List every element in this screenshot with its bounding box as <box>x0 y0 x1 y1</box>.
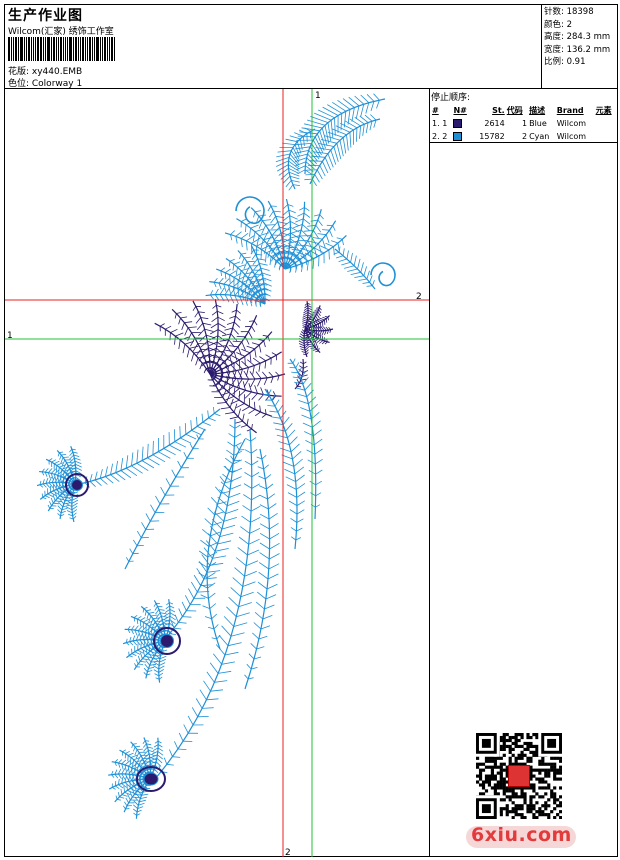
row-brand: Wilcom <box>556 132 587 141</box>
design-scale: 比例: 0.91 <box>544 57 586 68</box>
row-description: Blue <box>529 119 547 128</box>
red-guide-label-right: 2 <box>416 292 422 302</box>
stop-sequence-panel: 停止顺序: # N# St. 代码 描述 Brand 元素 1. 1 2614 <box>430 89 617 143</box>
row-description: Cyan <box>529 132 550 141</box>
row-code: 2 <box>521 132 528 141</box>
stop-table-header: # N# St. 代码 描述 Brand 元素 <box>431 104 617 117</box>
row-code: 1 <box>521 119 528 128</box>
col-index: # <box>432 106 439 115</box>
design-width: 宽度: 136.2 mm <box>544 44 611 55</box>
page-title: 生产作业图 <box>8 8 83 24</box>
col-description: 描述 <box>529 106 546 115</box>
row-index: 1. <box>432 119 440 128</box>
table-row: 2. 2 15782 2 Cyan Wilcom <box>431 130 617 143</box>
header: 生产作业图 Wilcom(汇家) 绣饰工作室 花版: xy440.EMB 色位:… <box>5 5 617 89</box>
design-preview: 2 2 1 1 <box>5 89 430 857</box>
stop-sequence-table: # N# St. 代码 描述 Brand 元素 1. 1 2614 1 Blue… <box>431 104 617 143</box>
green-guide-label-top: 1 <box>315 91 321 101</box>
embroidery-preview-canvas: 2 2 1 1 <box>5 89 429 857</box>
colorway-name: 色位: Colorway 1 <box>8 79 83 89</box>
col-brand: Brand <box>556 106 584 115</box>
row-index: 2. <box>432 132 440 141</box>
col-stitches: St. <box>492 106 505 115</box>
row-number: 1 <box>442 119 448 128</box>
design-height: 高度: 284.3 mm <box>544 32 611 43</box>
stats-panel: 针数: 18398 颜色: 2 高度: 284.3 mm 宽度: 136.2 m… <box>541 5 617 89</box>
col-number: N# <box>453 106 467 115</box>
barcode <box>8 37 120 61</box>
thread-swatch <box>453 132 463 141</box>
thread-swatch <box>453 119 463 128</box>
row-stitches: 15782 <box>479 132 505 141</box>
stitch-count: 针数: 18398 <box>544 7 594 17</box>
watermark-logo: 6xiu.com <box>471 824 572 846</box>
production-sheet: 生产作业图 Wilcom(汇家) 绣饰工作室 花版: xy440.EMB 色位:… <box>4 4 618 857</box>
col-element: 元素 <box>595 106 612 115</box>
table-row: 1. 1 2614 1 Blue Wilcom <box>431 117 617 130</box>
red-seal-icon <box>508 765 530 787</box>
row-stitches: 2614 <box>484 119 505 128</box>
green-guide-label-left: 1 <box>7 331 13 341</box>
stop-sequence-title: 停止顺序: <box>431 93 471 103</box>
color-count: 颜色: 2 <box>544 19 572 30</box>
row-number: 2 <box>442 132 448 141</box>
company-name: Wilcom(汇家) 绣饰工作室 <box>8 27 114 37</box>
col-code: 代码 <box>506 106 523 115</box>
row-brand: Wilcom <box>556 119 587 128</box>
embroidery-stitches <box>36 93 396 819</box>
red-guide-label-bottom: 2 <box>285 848 291 857</box>
